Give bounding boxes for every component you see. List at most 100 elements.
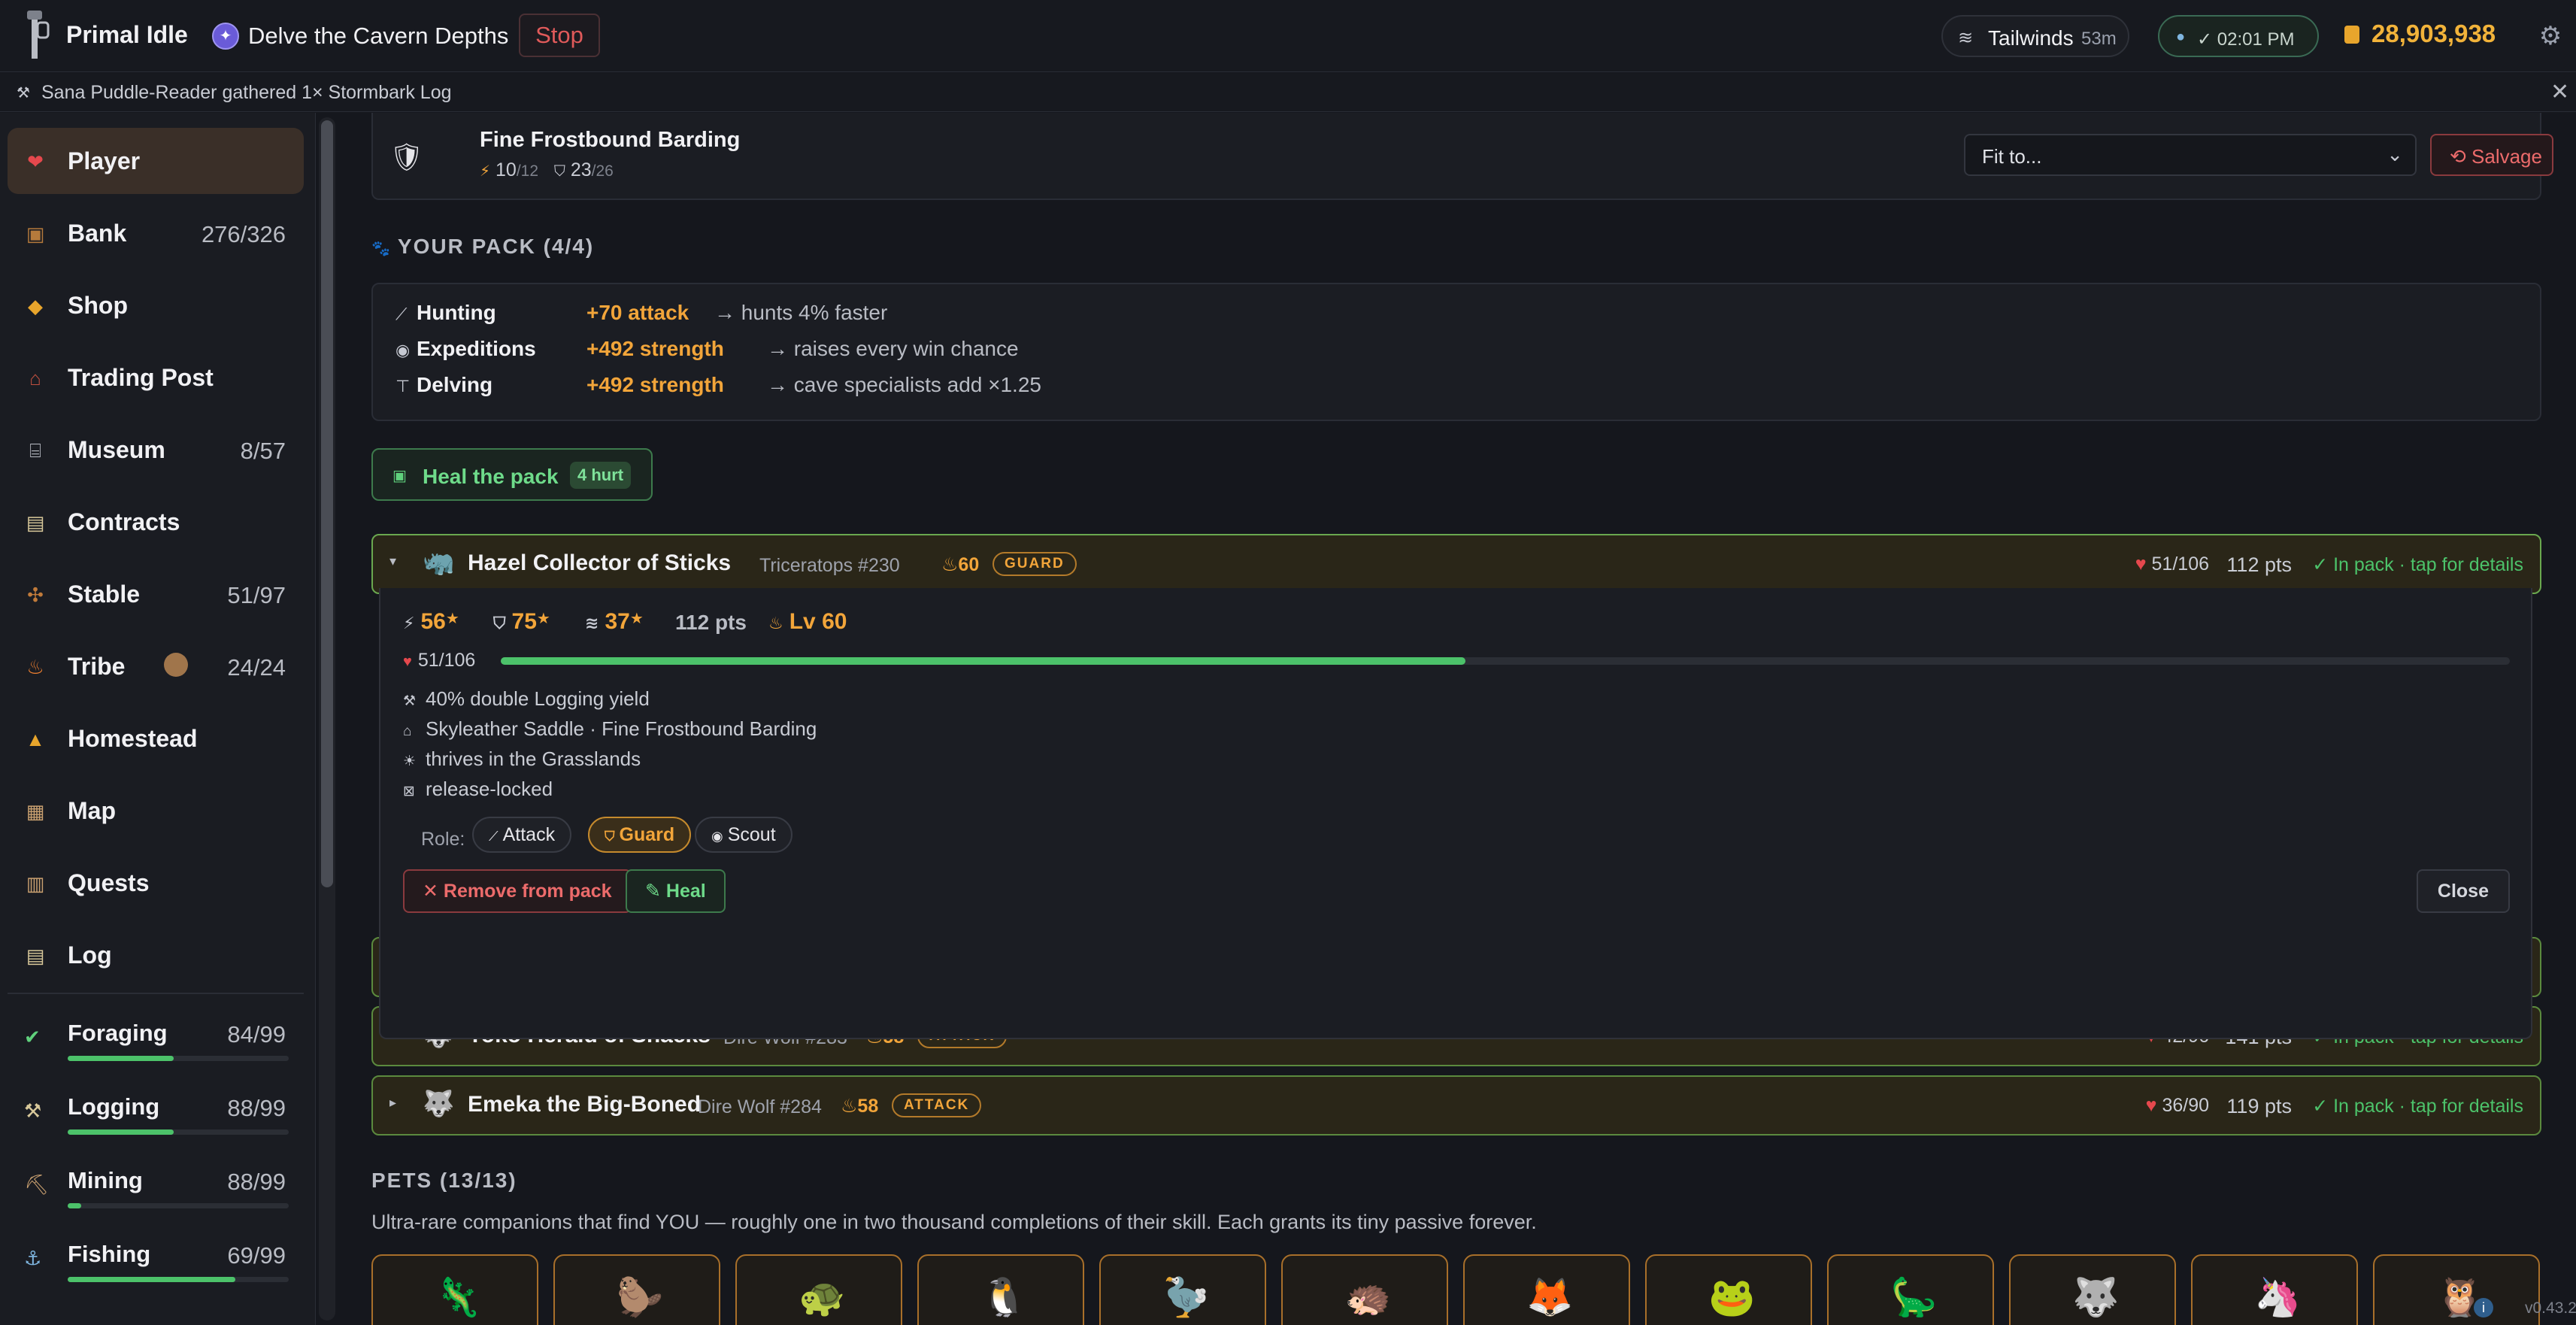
skill-progress-fill: [68, 1129, 174, 1135]
sidebar-item-quests[interactable]: ▥ Quests: [8, 850, 304, 916]
heal-button[interactable]: ✎ Heal: [626, 869, 726, 913]
sidebar-divider: [8, 993, 304, 994]
pet-card[interactable]: 🦤: [1099, 1254, 1266, 1325]
pet-card[interactable]: 🦫: [553, 1254, 720, 1325]
activity-icon: ✦: [212, 23, 239, 50]
detail-attack: ⚡ 56★: [403, 609, 459, 634]
gold-amount: 28,903,938: [2371, 20, 2496, 47]
salvage-button[interactable]: ⟲ Salvage: [2430, 134, 2553, 176]
bolt-icon: ⚡: [403, 614, 415, 632]
skill-level: 84/99: [227, 1021, 286, 1048]
pet-card[interactable]: 🐺: [2009, 1254, 2176, 1325]
close-icon[interactable]: ✕: [2550, 79, 2569, 105]
sidebar-scrollbar[interactable]: [319, 117, 335, 1320]
sidebar-item-label: Contracts: [68, 508, 180, 535]
sidebar-skill-logging[interactable]: ⚒ Logging 88/99: [8, 1078, 304, 1151]
detail-speed: ≋ 37★: [585, 609, 644, 634]
pack-member-row[interactable]: ▸ 🐺 Emeka the Big-Boned Dire Wolf #284 ♨…: [371, 1075, 2541, 1135]
sidebar-item-map[interactable]: ▦ Map: [8, 778, 304, 844]
sidebar-item-label: Museum: [68, 436, 165, 463]
sidebar-item-log[interactable]: ▤ Log: [8, 922, 304, 988]
bolt-icon: ⚡: [480, 163, 491, 180]
app-title: Primal Idle: [66, 21, 188, 48]
item-defense-max: /26: [591, 162, 614, 180]
heal-pack-label: Heal the pack: [423, 465, 559, 488]
sidebar-item-stable[interactable]: ✣ Stable 51/97: [8, 561, 304, 627]
skill-level: 88/99: [227, 1169, 286, 1195]
pet-card[interactable]: 🐢: [735, 1254, 902, 1325]
salvage-label: ⟲ Salvage: [2450, 145, 2542, 168]
top-bar: Primal Idle ✦ Delve the Cavern Depths St…: [0, 0, 2576, 72]
skill-progress-bar: [68, 1203, 289, 1208]
pet-egg-icon: 🦎: [435, 1276, 482, 1318]
sidebar-item-museum[interactable]: ⌸ Museum 8/57: [8, 417, 304, 483]
pet-egg-icon: 🦊: [1526, 1276, 1574, 1318]
game-clock[interactable]: ● ✓ 02:01 PM: [2158, 15, 2319, 57]
sidebar-item-player[interactable]: ❤ Player: [8, 128, 304, 194]
sidebar-item-shop[interactable]: ◆ Shop: [8, 272, 304, 338]
role-option-attack[interactable]: ⟋ Attack: [472, 817, 572, 853]
pet-card[interactable]: 🦔: [1281, 1254, 1448, 1325]
heal-pack-button[interactable]: ▣ Heal the pack 4 hurt: [371, 448, 653, 501]
fit-to-value: Fit to...: [1982, 145, 2042, 168]
spear-icon: ⟋: [489, 829, 499, 844]
pet-card[interactable]: 🦉: [2373, 1254, 2540, 1325]
paw-icon: ✣: [27, 584, 44, 606]
role-option-scout[interactable]: ◉ Scout: [695, 817, 792, 853]
clipboard-icon: ▥: [26, 872, 45, 895]
sidebar-item-label: Tribe: [68, 653, 126, 680]
pet-card[interactable]: 🦕: [1827, 1254, 1994, 1325]
sidebar-item-homestead[interactable]: ▲ Homestead: [8, 705, 304, 772]
pet-card[interactable]: 🦎: [371, 1254, 538, 1325]
skill-level: 69/99: [227, 1242, 286, 1269]
sidebar-item-trading-post[interactable]: ⌂ Trading Post: [8, 344, 304, 411]
sidebar-item-count: 24/24: [227, 654, 286, 681]
app-version: v0.43.2: [2525, 1299, 2576, 1317]
pet-card[interactable]: 🐧: [917, 1254, 1084, 1325]
tailwinds-buff[interactable]: ≋ Tailwinds 53m: [1941, 15, 2129, 57]
pack-bonus-row: ◉ Expeditions +492 strength → raises eve…: [395, 337, 1298, 364]
fire-icon: ♨: [26, 656, 44, 678]
remove-from-pack-button[interactable]: ✕ Remove from pack: [403, 869, 632, 913]
skill-label: Foraging: [68, 1020, 168, 1046]
pets-description: Ultra-rare companions that find YOU — ro…: [371, 1211, 1537, 1233]
stop-button[interactable]: Stop: [519, 14, 600, 57]
close-button[interactable]: Close: [2416, 869, 2510, 913]
sidebar-item-label: Homestead: [68, 725, 198, 752]
wind-icon: ≋: [1958, 28, 1974, 48]
sidebar-skill-fishing[interactable]: ⚓ Fishing 69/99: [8, 1226, 304, 1298]
museum-icon: ⌸: [29, 439, 41, 462]
pet-card[interactable]: 🦊: [1463, 1254, 1630, 1325]
sidebar-skill-foraging[interactable]: ✔ Foraging 84/99: [8, 1005, 304, 1077]
notification-bar: ⚒ Sana Puddle-Reader gathered 1× Stormba…: [0, 73, 2576, 112]
detail-defense: ⛉ 75★: [493, 609, 550, 634]
sidebar-skill-mining[interactable]: ⛏ Mining 88/99: [8, 1152, 304, 1224]
sidebar-item-bank[interactable]: ▣ Bank 276/326: [8, 200, 304, 266]
pet-trait: ⊠ release-locked: [403, 778, 553, 800]
sidebar-item-contracts[interactable]: ▤ Contracts: [8, 489, 304, 555]
log-icon: ⚒: [17, 85, 30, 102]
coin-icon: [2344, 26, 2359, 44]
skill-level: 88/99: [227, 1095, 286, 1121]
bonus-activity: Delving: [417, 373, 493, 396]
flame-icon: ♨: [768, 614, 783, 632]
pet-card[interactable]: 🦄: [2191, 1254, 2358, 1325]
sun-icon: ☀: [403, 753, 417, 769]
sidebar-item-tribe[interactable]: ♨ Tribe 24/24: [8, 633, 304, 699]
map-icon: ▦: [26, 800, 45, 823]
skill-label: Mining: [68, 1167, 143, 1193]
bonus-value: +492 strength: [586, 373, 724, 396]
fit-to-select[interactable]: Fit to... ⌄: [1964, 134, 2417, 176]
pet-points: 112 pts: [2226, 553, 2292, 576]
pack-member-row[interactable]: ▾ 🦏 Hazel Collector of Sticks Triceratop…: [371, 534, 2541, 594]
role-option-guard[interactable]: ⛉ Guard: [588, 817, 692, 853]
pet-egg-icon: 🦫: [617, 1276, 664, 1318]
bag-icon: ◆: [28, 295, 43, 317]
info-icon[interactable]: i: [2474, 1298, 2493, 1317]
pet-card[interactable]: 🐸: [1645, 1254, 1812, 1325]
shield-icon: ⛉: [605, 829, 615, 844]
scrollbar-thumb[interactable]: [321, 120, 333, 887]
item-attack-max: /12: [516, 162, 539, 180]
skill-progress-fill: [68, 1056, 174, 1061]
gear-icon[interactable]: ⚙: [2537, 23, 2564, 50]
